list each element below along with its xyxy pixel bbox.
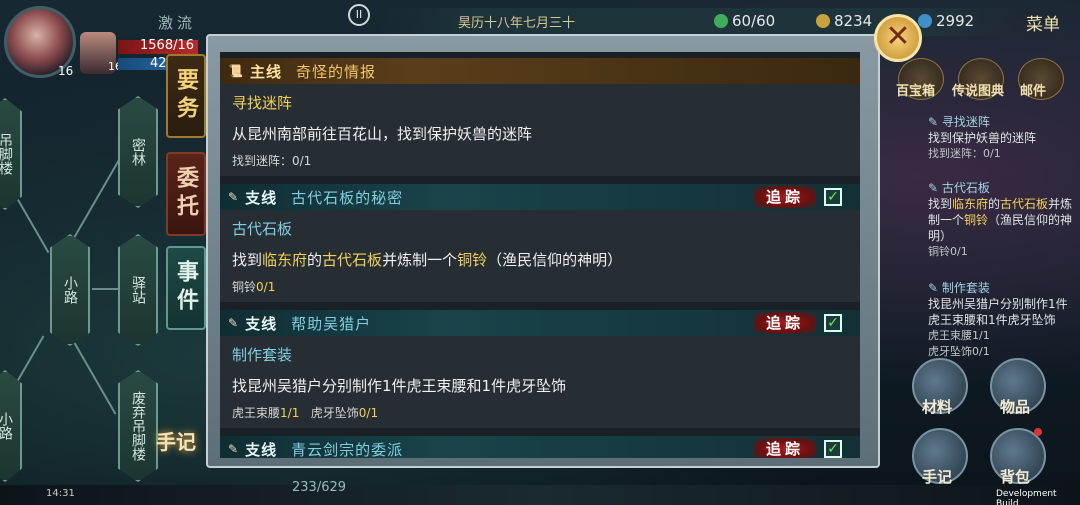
quest-progress: 虎王束腰1/1 虎牙坠饰0/1 — [232, 406, 379, 420]
track-button[interactable]: 追踪 — [754, 438, 816, 458]
tab-shijian[interactable]: 事件 — [166, 246, 206, 330]
quill-icon: ✎ — [228, 442, 240, 456]
jade-icon — [918, 14, 932, 28]
map-node[interactable]: 小路 — [50, 234, 90, 346]
track-checkbox[interactable]: ✓ — [824, 440, 842, 458]
tracker-item[interactable]: ✎ 寻找迷阵 找到保护妖兽的迷阵 找到迷阵：0/1 — [928, 114, 1078, 162]
quest-header: 📜 主线 奇怪的情报 — [220, 58, 860, 84]
dev-build-label: Development Build — [996, 489, 1057, 505]
quest-list[interactable]: 📜 主线 奇怪的情报 寻找迷阵 从昆州南部前往百花山，找到保护妖兽的迷阵 找到迷… — [220, 52, 860, 458]
quest-name: 古代石板的秘密 — [291, 188, 404, 207]
items-label[interactable]: 物品 — [1000, 396, 1030, 417]
tracker-title: 古代石板 — [941, 181, 990, 195]
jade-value: 2992 — [936, 12, 975, 30]
tracker-item[interactable]: ✎ 制作套装 找昆州吴猎户分别制作1件虎王束腰和1件虎牙坠饰 虎王束腰1/1 虎… — [928, 280, 1078, 360]
pause-icon[interactable]: II — [348, 4, 370, 26]
jade: 2992 — [918, 12, 974, 30]
stamina: 60/60 — [714, 12, 775, 30]
quill-icon: ✎ — [928, 181, 939, 195]
quest-type: 支线 — [245, 314, 278, 333]
track-button[interactable]: 追踪 — [754, 312, 816, 334]
tracker-title: 制作套装 — [941, 281, 990, 295]
quest-card-main[interactable]: 📜 主线 奇怪的情报 寻找迷阵 从昆州南部前往百花山，找到保护妖兽的迷阵 找到迷… — [220, 58, 860, 176]
material-label[interactable]: 材料 — [922, 396, 952, 417]
treasure-label[interactable]: 百宝箱 — [896, 80, 935, 99]
quest-subtitle: 寻找迷阵 — [232, 94, 293, 112]
tracker-desc: 找昆州吴猎户分别制作1件虎王束腰和1件虎牙坠饰 — [928, 297, 1068, 327]
tracker-progress: 虎牙坠饰0/1 — [928, 345, 990, 358]
stamina-icon — [714, 14, 728, 28]
map-node[interactable]: 驿站 — [118, 234, 158, 346]
quill-icon: ✎ — [228, 190, 240, 204]
bag-label[interactable]: 背包 — [1000, 466, 1030, 487]
location-name: 激流 — [158, 14, 197, 32]
quest-card-side[interactable]: ✎ 支线 青云剑宗的委派 追踪 ✓ — [220, 436, 860, 458]
journal-label[interactable]: 手记 — [922, 466, 952, 487]
scroll-icon: 📜 — [228, 64, 244, 78]
quest-type: 主线 — [249, 62, 282, 81]
bottom-bar — [0, 485, 1080, 505]
notification-dot — [1034, 428, 1042, 436]
tracker-progress: 虎王束腰1/1 — [928, 329, 990, 342]
quest-progress: 找到迷阵：0/1 — [232, 154, 312, 168]
quill-icon: ✎ — [228, 316, 240, 330]
game-date: 昊历十八年七月三十 — [458, 16, 576, 31]
track-button[interactable]: 追踪 — [754, 186, 816, 208]
map-node[interactable]: 吊脚楼 — [0, 98, 22, 210]
map-node[interactable]: 废弃吊脚楼 — [118, 370, 158, 482]
track-checkbox[interactable]: ✓ — [824, 314, 842, 332]
progress-count: 233/629 — [292, 480, 347, 495]
quest-type: 支线 — [245, 440, 278, 459]
quest-type: 支线 — [245, 188, 278, 207]
mp-text: 42 — [150, 56, 167, 71]
mail-label[interactable]: 邮件 — [1020, 80, 1046, 99]
map-node[interactable]: 密林 — [118, 96, 158, 208]
journal-title: 手记 — [156, 430, 196, 454]
menu-button[interactable]: 菜单 — [1026, 10, 1060, 35]
hp-text: 1568/16 — [140, 38, 195, 53]
tracker-desc: 找到临东府的古代石板并炼制一个铜铃（渔民信仰的神明） — [928, 197, 1073, 243]
tracker-desc: 找到保护妖兽的迷阵 — [928, 131, 1037, 145]
map-path — [92, 288, 122, 290]
quest-name: 奇怪的情报 — [295, 62, 376, 81]
coins-value: 8234 — [834, 12, 873, 30]
tracker-item[interactable]: ✎ 古代石板 找到临东府的古代石板并炼制一个铜铃（渔民信仰的神明） 铜铃0/1 — [928, 180, 1078, 260]
tab-yaowu[interactable]: 要务 — [166, 54, 206, 138]
close-icon[interactable]: ✕ — [874, 14, 922, 62]
stamina-value: 60/60 — [732, 12, 776, 30]
tracker-progress: 找到迷阵：0/1 — [928, 147, 1001, 160]
map-node[interactable]: 小路 — [0, 370, 22, 482]
quest-progress: 铜铃0/1 — [232, 280, 276, 294]
tracker-progress: 铜铃0/1 — [928, 245, 968, 258]
scroll-icon: ✎ — [928, 115, 939, 129]
quest-subtitle: 古代石板 — [232, 220, 293, 238]
player-level: 16 — [58, 64, 74, 78]
quill-icon: ✎ — [928, 281, 939, 295]
quest-card-side[interactable]: ✎ 支线 帮助吴猎户 追踪 ✓ 制作套装 找昆州吴猎户分别制作1件虎王束腰和1件… — [220, 310, 860, 428]
tab-weituo[interactable]: 委托 — [166, 152, 206, 236]
quest-desc: 找昆州吴猎户分别制作1件虎王束腰和1件虎牙坠饰 — [232, 377, 567, 395]
track-checkbox[interactable]: ✓ — [824, 188, 842, 206]
quest-desc: 从昆州南部前往百花山，找到保护妖兽的迷阵 — [232, 125, 533, 143]
quest-name: 帮助吴猎户 — [291, 314, 372, 333]
clock: 14:31 — [46, 488, 75, 499]
coin-icon — [816, 14, 830, 28]
quest-card-side[interactable]: ✎ 支线 古代石板的秘密 追踪 ✓ 古代石板 找到临东府的古代石板并炼制一个铜铃… — [220, 184, 860, 302]
quest-desc: 找到临东府的古代石板并炼制一个铜铃（渔民信仰的神明） — [232, 251, 623, 269]
legend-label[interactable]: 传说图典 — [952, 80, 1004, 99]
coins: 8234 — [816, 12, 872, 30]
quest-subtitle: 制作套装 — [232, 346, 293, 364]
quest-name: 青云剑宗的委派 — [291, 440, 404, 459]
tracker-title: 寻找迷阵 — [941, 115, 990, 129]
